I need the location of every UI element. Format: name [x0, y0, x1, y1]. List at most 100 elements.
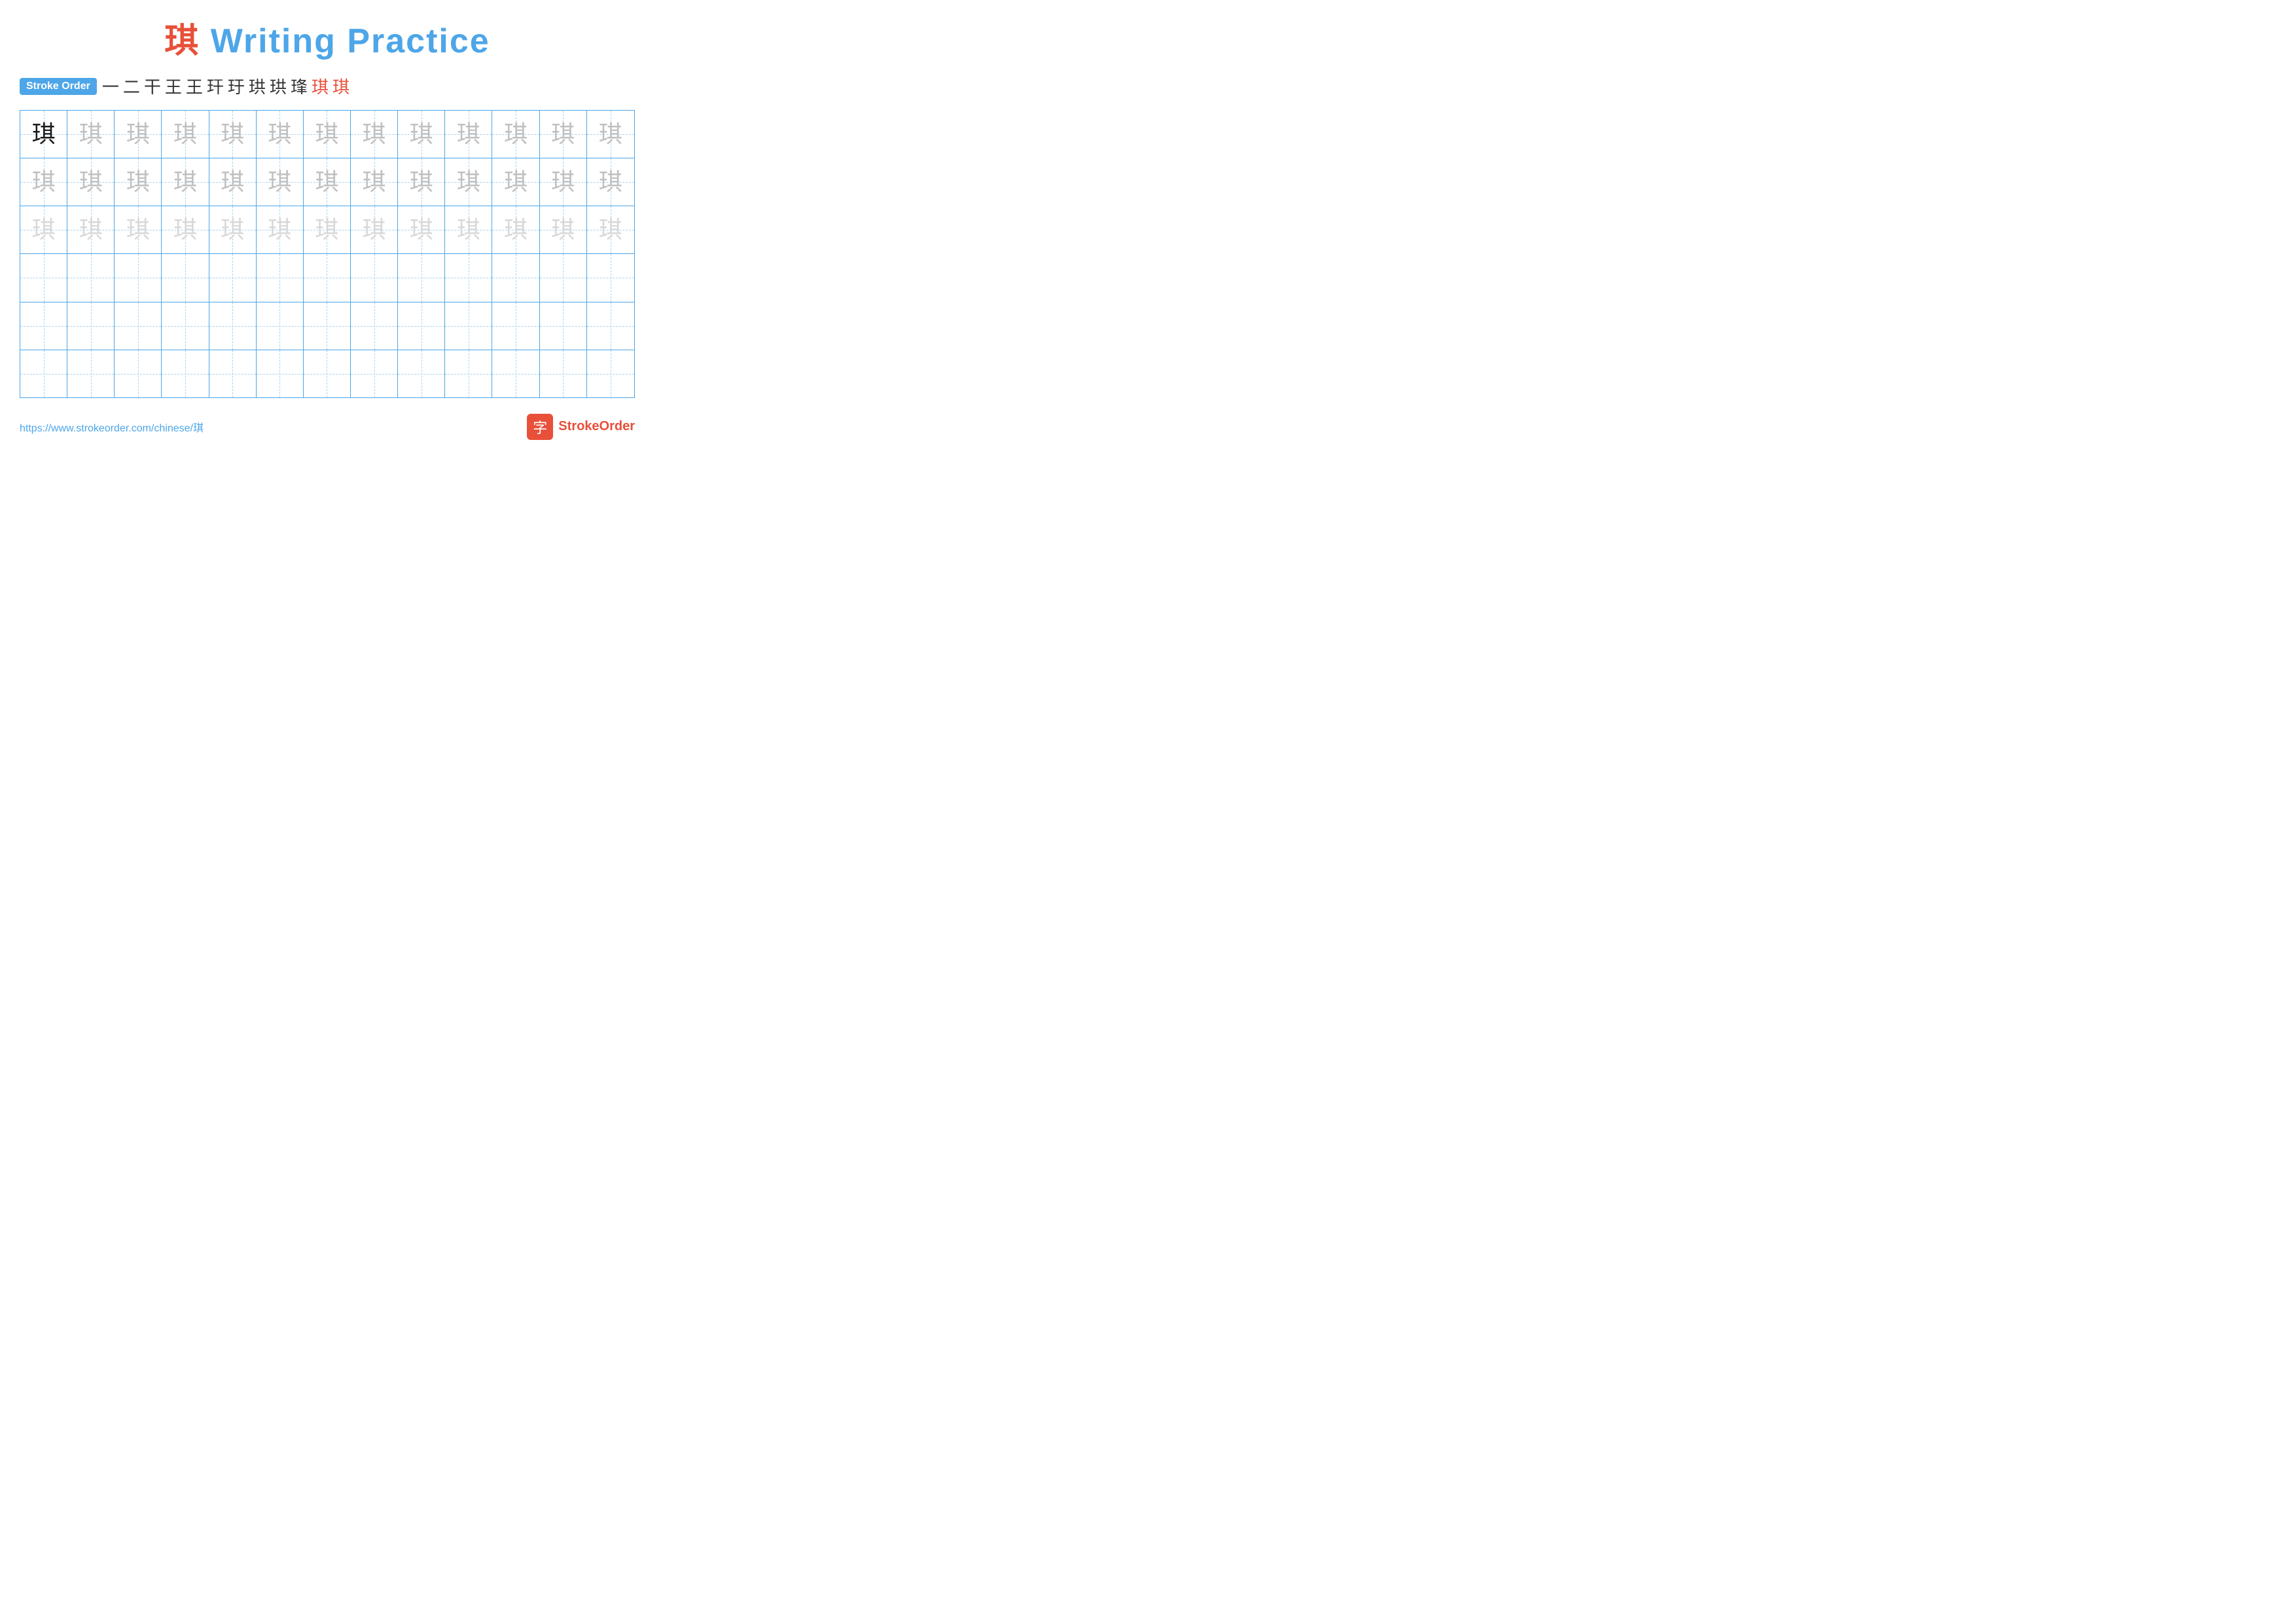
grid-cell[interactable]	[540, 302, 587, 350]
grid-cell[interactable]	[67, 254, 115, 301]
cell-character: 琪	[457, 122, 480, 146]
grid-cell[interactable]	[351, 302, 398, 350]
grid-cell[interactable]	[115, 302, 162, 350]
cell-character: 琪	[599, 218, 622, 242]
grid-cell[interactable]: 琪	[445, 206, 492, 253]
cell-character: 琪	[126, 170, 150, 194]
cell-character: 琪	[315, 122, 338, 146]
grid-cell[interactable]: 琪	[351, 111, 398, 158]
grid-cell[interactable]: 琪	[445, 158, 492, 206]
grid-cell[interactable]	[587, 302, 634, 350]
grid-cell[interactable]: 琪	[492, 158, 539, 206]
grid-cell[interactable]	[209, 350, 257, 397]
grid-cell[interactable]	[445, 350, 492, 397]
grid-cell[interactable]	[587, 350, 634, 397]
grid-row[interactable]	[20, 350, 634, 397]
grid-row[interactable]	[20, 254, 634, 302]
grid-row[interactable]: 琪琪琪琪琪琪琪琪琪琪琪琪琪	[20, 206, 634, 254]
grid-cell[interactable]: 琪	[445, 111, 492, 158]
grid-cell[interactable]: 琪	[67, 206, 115, 253]
grid-cell[interactable]: 琪	[398, 158, 445, 206]
grid-cell[interactable]: 琪	[540, 111, 587, 158]
grid-cell[interactable]: 琪	[257, 111, 304, 158]
grid-cell[interactable]: 琪	[257, 158, 304, 206]
grid-cell[interactable]: 琪	[115, 111, 162, 158]
grid-cell[interactable]: 琪	[587, 111, 634, 158]
cell-character: 琪	[32, 170, 56, 194]
grid-cell[interactable]: 琪	[115, 158, 162, 206]
grid-cell[interactable]	[115, 254, 162, 301]
grid-cell[interactable]	[162, 254, 209, 301]
cell-character: 琪	[268, 218, 291, 242]
grid-cell[interactable]: 琪	[304, 158, 351, 206]
cell-character: 琪	[363, 122, 386, 146]
grid-cell[interactable]: 琪	[587, 206, 634, 253]
grid-cell[interactable]	[162, 302, 209, 350]
grid-row[interactable]	[20, 302, 634, 350]
grid-cell[interactable]	[67, 302, 115, 350]
grid-cell[interactable]: 琪	[20, 111, 67, 158]
grid-cell[interactable]	[492, 302, 539, 350]
grid-cell[interactable]: 琪	[398, 111, 445, 158]
grid-cell[interactable]: 琪	[67, 158, 115, 206]
grid-cell[interactable]	[304, 350, 351, 397]
grid-cell[interactable]: 琪	[304, 206, 351, 253]
grid-cell[interactable]: 琪	[20, 206, 67, 253]
grid-cell[interactable]: 琪	[209, 206, 257, 253]
grid-cell[interactable]	[398, 350, 445, 397]
grid-row[interactable]: 琪琪琪琪琪琪琪琪琪琪琪琪琪	[20, 111, 634, 158]
grid-cell[interactable]	[257, 350, 304, 397]
grid-cell[interactable]	[257, 254, 304, 301]
grid-cell[interactable]: 琪	[162, 206, 209, 253]
grid-cell[interactable]	[115, 350, 162, 397]
stroke-step-3: 干	[144, 74, 161, 98]
grid-cell[interactable]: 琪	[540, 206, 587, 253]
stroke-step-5: 王	[186, 74, 203, 98]
grid-cell[interactable]	[209, 254, 257, 301]
grid-cell[interactable]	[67, 350, 115, 397]
grid-cell[interactable]: 琪	[257, 206, 304, 253]
cell-character: 琪	[315, 218, 338, 242]
title-text: Writing Practice	[200, 22, 490, 60]
stroke-step-9: 珙	[270, 74, 287, 98]
grid-cell[interactable]: 琪	[20, 158, 67, 206]
grid-cell[interactable]	[398, 302, 445, 350]
grid-cell[interactable]: 琪	[209, 111, 257, 158]
grid-cell[interactable]: 琪	[398, 206, 445, 253]
grid-row[interactable]: 琪琪琪琪琪琪琪琪琪琪琪琪琪	[20, 158, 634, 206]
title-chinese-char: 琪	[164, 22, 200, 60]
grid-cell[interactable]: 琪	[351, 158, 398, 206]
grid-cell[interactable]	[304, 302, 351, 350]
grid-cell[interactable]	[162, 350, 209, 397]
grid-cell[interactable]	[445, 254, 492, 301]
cell-character: 琪	[457, 218, 480, 242]
grid-cell[interactable]	[445, 302, 492, 350]
grid-cell[interactable]	[20, 350, 67, 397]
grid-cell[interactable]	[209, 302, 257, 350]
grid-cell[interactable]: 琪	[540, 158, 587, 206]
grid-cell[interactable]	[492, 350, 539, 397]
grid-cell[interactable]	[20, 254, 67, 301]
cell-character: 琪	[410, 170, 433, 194]
grid-cell[interactable]	[304, 254, 351, 301]
grid-cell[interactable]	[351, 350, 398, 397]
grid-cell[interactable]: 琪	[209, 158, 257, 206]
grid-cell[interactable]	[398, 254, 445, 301]
grid-cell[interactable]: 琪	[162, 158, 209, 206]
cell-character: 琪	[410, 122, 433, 146]
grid-cell[interactable]	[257, 302, 304, 350]
grid-cell[interactable]	[540, 350, 587, 397]
grid-cell[interactable]: 琪	[587, 158, 634, 206]
grid-cell[interactable]	[492, 254, 539, 301]
grid-cell[interactable]: 琪	[115, 206, 162, 253]
grid-cell[interactable]: 琪	[67, 111, 115, 158]
grid-cell[interactable]: 琪	[492, 111, 539, 158]
grid-cell[interactable]: 琪	[162, 111, 209, 158]
grid-cell[interactable]	[540, 254, 587, 301]
grid-cell[interactable]	[20, 302, 67, 350]
grid-cell[interactable]	[351, 254, 398, 301]
grid-cell[interactable]: 琪	[351, 206, 398, 253]
grid-cell[interactable]: 琪	[492, 206, 539, 253]
grid-cell[interactable]: 琪	[304, 111, 351, 158]
grid-cell[interactable]	[587, 254, 634, 301]
